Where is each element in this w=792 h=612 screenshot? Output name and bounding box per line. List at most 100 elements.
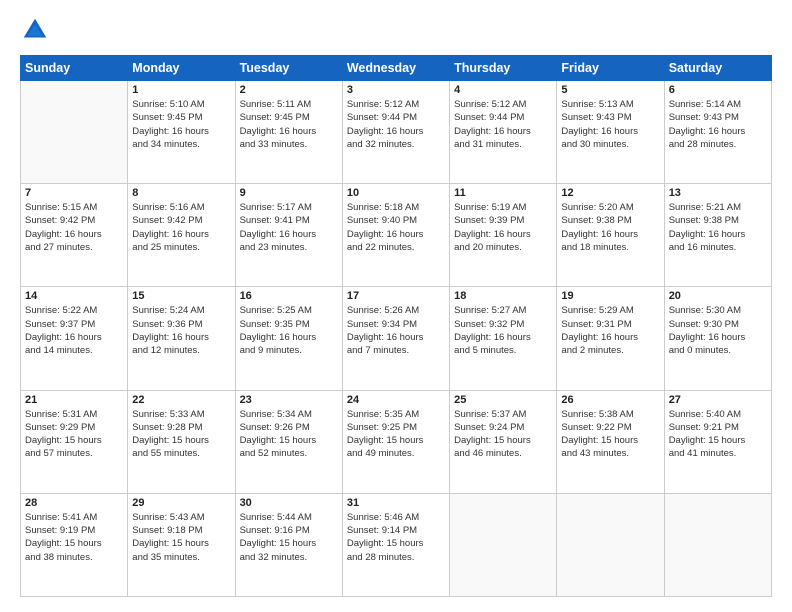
day-info: Sunrise: 5:25 AM Sunset: 9:35 PM Dayligh…: [240, 304, 338, 357]
calendar-cell: [450, 493, 557, 596]
calendar-cell: 14 Sunrise: 5:22 AM Sunset: 9:37 PM Dayli…: [21, 287, 128, 390]
calendar-cell: [21, 81, 128, 184]
day-info: Sunrise: 5:31 AM Sunset: 9:29 PM Dayligh…: [25, 408, 123, 461]
day-number: 29: [132, 497, 230, 509]
calendar-cell: 9Sunrise: 5:17 AM Sunset: 9:41 PM Daylig…: [235, 184, 342, 287]
day-number: 8: [132, 187, 230, 199]
day-number: 24: [347, 394, 445, 406]
day-number: 25: [454, 394, 552, 406]
day-number: 28: [25, 497, 123, 509]
day-info: Sunrise: 5:38 AM Sunset: 9:22 PM Dayligh…: [561, 408, 659, 461]
day-info: Sunrise: 5:11 AM Sunset: 9:45 PM Dayligh…: [240, 98, 338, 151]
day-info: Sunrise: 5:10 AM Sunset: 9:45 PM Dayligh…: [132, 98, 230, 151]
day-info: Sunrise: 5:22 AM Sunset: 9:37 PM Dayligh…: [25, 304, 123, 357]
week-row-2: 7 Sunrise: 5:15 AM Sunset: 9:42 PM Daylig…: [21, 184, 772, 287]
day-number: 4: [454, 84, 552, 96]
day-info: Sunrise: 5:34 AM Sunset: 9:26 PM Dayligh…: [240, 408, 338, 461]
day-info: Sunrise: 5:29 AM Sunset: 9:31 PM Dayligh…: [561, 304, 659, 357]
day-header-tuesday: Tuesday: [235, 56, 342, 81]
day-info: Sunrise: 5:27 AM Sunset: 9:32 PM Dayligh…: [454, 304, 552, 357]
day-number: 31: [347, 497, 445, 509]
day-info: Sunrise: 5:40 AM Sunset: 9:21 PM Dayligh…: [669, 408, 767, 461]
day-info: Sunrise: 5:21 AM Sunset: 9:38 PM Dayligh…: [669, 201, 767, 254]
day-number: 2: [240, 84, 338, 96]
calendar-cell: 25 Sunrise: 5:37 AM Sunset: 9:24 PM Dayli…: [450, 390, 557, 493]
day-info: Sunrise: 5:43 AM Sunset: 9:18 PM Dayligh…: [132, 511, 230, 564]
calendar-cell: 12 Sunrise: 5:20 AM Sunset: 9:38 PM Dayli…: [557, 184, 664, 287]
day-number: 17: [347, 290, 445, 302]
calendar-cell: 4 Sunrise: 5:12 AM Sunset: 9:44 PM Daylig…: [450, 81, 557, 184]
day-number: 15: [132, 290, 230, 302]
day-number: 5: [561, 84, 659, 96]
day-header-sunday: Sunday: [21, 56, 128, 81]
logo: [20, 15, 54, 45]
calendar-cell: 28 Sunrise: 5:41 AM Sunset: 9:19 PM Dayli…: [21, 493, 128, 596]
day-number: 7: [25, 187, 123, 199]
day-number: 21: [25, 394, 123, 406]
day-number: 11: [454, 187, 552, 199]
calendar-cell: 8 Sunrise: 5:16 AM Sunset: 9:42 PM Daylig…: [128, 184, 235, 287]
day-info: Sunrise: 5:16 AM Sunset: 9:42 PM Dayligh…: [132, 201, 230, 254]
calendar-cell: 23 Sunrise: 5:34 AM Sunset: 9:26 PM Dayli…: [235, 390, 342, 493]
header: [20, 15, 772, 45]
day-info: Sunrise: 5:20 AM Sunset: 9:38 PM Dayligh…: [561, 201, 659, 254]
day-info: Sunrise: 5:30 AM Sunset: 9:30 PM Dayligh…: [669, 304, 767, 357]
day-number: 20: [669, 290, 767, 302]
calendar-cell: 6Sunrise: 5:14 AM Sunset: 9:43 PM Daylig…: [664, 81, 771, 184]
day-number: 19: [561, 290, 659, 302]
day-number: 23: [240, 394, 338, 406]
week-row-1: 1 Sunrise: 5:10 AM Sunset: 9:45 PM Daylig…: [21, 81, 772, 184]
calendar-cell: 31Sunrise: 5:46 AM Sunset: 9:14 PM Dayli…: [342, 493, 449, 596]
day-number: 18: [454, 290, 552, 302]
day-number: 16: [240, 290, 338, 302]
day-info: Sunrise: 5:12 AM Sunset: 9:44 PM Dayligh…: [454, 98, 552, 151]
calendar-header-row: SundayMondayTuesdayWednesdayThursdayFrid…: [21, 56, 772, 81]
calendar-table: SundayMondayTuesdayWednesdayThursdayFrid…: [20, 55, 772, 597]
day-info: Sunrise: 5:35 AM Sunset: 9:25 PM Dayligh…: [347, 408, 445, 461]
calendar-cell: 13Sunrise: 5:21 AM Sunset: 9:38 PM Dayli…: [664, 184, 771, 287]
page: SundayMondayTuesdayWednesdayThursdayFrid…: [0, 0, 792, 612]
calendar-cell: 1 Sunrise: 5:10 AM Sunset: 9:45 PM Daylig…: [128, 81, 235, 184]
calendar-cell: 11 Sunrise: 5:19 AM Sunset: 9:39 PM Dayli…: [450, 184, 557, 287]
day-number: 14: [25, 290, 123, 302]
calendar-cell: 18 Sunrise: 5:27 AM Sunset: 9:32 PM Dayli…: [450, 287, 557, 390]
day-info: Sunrise: 5:33 AM Sunset: 9:28 PM Dayligh…: [132, 408, 230, 461]
day-number: 1: [132, 84, 230, 96]
day-header-friday: Friday: [557, 56, 664, 81]
day-info: Sunrise: 5:13 AM Sunset: 9:43 PM Dayligh…: [561, 98, 659, 151]
calendar-cell: 21 Sunrise: 5:31 AM Sunset: 9:29 PM Dayli…: [21, 390, 128, 493]
calendar-cell: 3 Sunrise: 5:12 AM Sunset: 9:44 PM Daylig…: [342, 81, 449, 184]
day-number: 30: [240, 497, 338, 509]
calendar-cell: 24 Sunrise: 5:35 AM Sunset: 9:25 PM Dayli…: [342, 390, 449, 493]
calendar-cell: 19 Sunrise: 5:29 AM Sunset: 9:31 PM Dayli…: [557, 287, 664, 390]
day-info: Sunrise: 5:44 AM Sunset: 9:16 PM Dayligh…: [240, 511, 338, 564]
calendar-cell: [664, 493, 771, 596]
calendar-cell: 10 Sunrise: 5:18 AM Sunset: 9:40 PM Dayli…: [342, 184, 449, 287]
day-info: Sunrise: 5:19 AM Sunset: 9:39 PM Dayligh…: [454, 201, 552, 254]
calendar-cell: [557, 493, 664, 596]
day-number: 10: [347, 187, 445, 199]
day-info: Sunrise: 5:12 AM Sunset: 9:44 PM Dayligh…: [347, 98, 445, 151]
day-info: Sunrise: 5:15 AM Sunset: 9:42 PM Dayligh…: [25, 201, 123, 254]
week-row-3: 14 Sunrise: 5:22 AM Sunset: 9:37 PM Dayli…: [21, 287, 772, 390]
day-number: 9: [240, 187, 338, 199]
day-info: Sunrise: 5:37 AM Sunset: 9:24 PM Dayligh…: [454, 408, 552, 461]
day-number: 27: [669, 394, 767, 406]
calendar-cell: 15 Sunrise: 5:24 AM Sunset: 9:36 PM Dayli…: [128, 287, 235, 390]
calendar-cell: 26Sunrise: 5:38 AM Sunset: 9:22 PM Dayli…: [557, 390, 664, 493]
day-header-monday: Monday: [128, 56, 235, 81]
calendar-cell: 30 Sunrise: 5:44 AM Sunset: 9:16 PM Dayli…: [235, 493, 342, 596]
day-info: Sunrise: 5:18 AM Sunset: 9:40 PM Dayligh…: [347, 201, 445, 254]
logo-icon: [20, 15, 50, 45]
calendar-cell: 29 Sunrise: 5:43 AM Sunset: 9:18 PM Dayli…: [128, 493, 235, 596]
calendar-cell: 27 Sunrise: 5:40 AM Sunset: 9:21 PM Dayli…: [664, 390, 771, 493]
day-number: 12: [561, 187, 659, 199]
day-info: Sunrise: 5:41 AM Sunset: 9:19 PM Dayligh…: [25, 511, 123, 564]
calendar-cell: 16 Sunrise: 5:25 AM Sunset: 9:35 PM Dayli…: [235, 287, 342, 390]
day-info: Sunrise: 5:24 AM Sunset: 9:36 PM Dayligh…: [132, 304, 230, 357]
week-row-4: 21 Sunrise: 5:31 AM Sunset: 9:29 PM Dayli…: [21, 390, 772, 493]
day-number: 6: [669, 84, 767, 96]
day-header-saturday: Saturday: [664, 56, 771, 81]
calendar-cell: 20 Sunrise: 5:30 AM Sunset: 9:30 PM Dayli…: [664, 287, 771, 390]
day-number: 3: [347, 84, 445, 96]
